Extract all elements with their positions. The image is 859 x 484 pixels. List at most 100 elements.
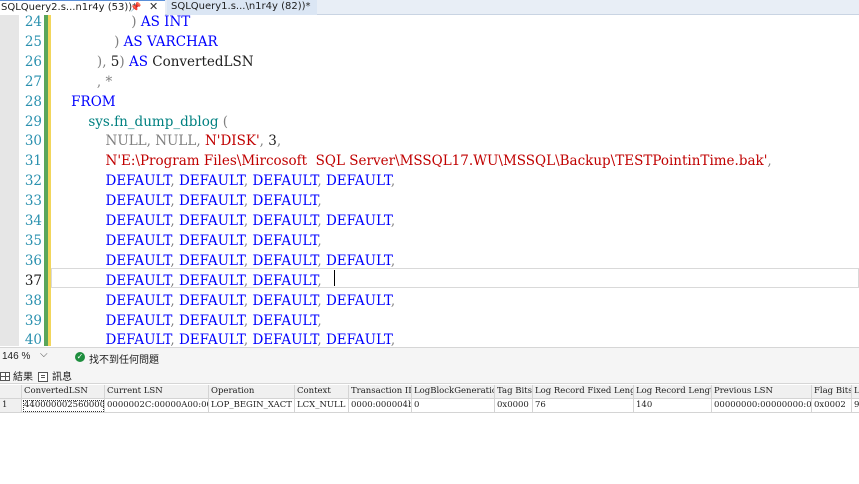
code-token: , (390, 252, 396, 269)
code-token: DEFAULT (105, 173, 171, 190)
code-token: DEFAULT (252, 252, 318, 269)
code-token: DEFAULT (178, 292, 244, 309)
table-cell[interactable]: 0000:000004bd (349, 399, 412, 413)
code-token: NULL (105, 133, 147, 150)
line-number: 30 (24, 133, 42, 150)
column-header[interactable]: L (852, 385, 859, 399)
pin-icon[interactable]: 📌 (130, 1, 141, 15)
code-token: DEFAULT (178, 252, 244, 269)
column-header[interactable]: Flag Bits (812, 385, 852, 399)
code-token: DEFAULT (178, 332, 244, 346)
table-cell[interactable]: 0000002C:00000A00:0001 (105, 399, 209, 413)
column-header[interactable] (0, 385, 22, 399)
code-line[interactable]: 36 DEFAULT, DEFAULT, DEFAULT, DEFAULT, (0, 251, 859, 271)
table-cell[interactable]: 140 (634, 399, 712, 413)
table-cell[interactable]: 76 (533, 399, 634, 413)
code-line[interactable]: 33 DEFAULT, DEFAULT, DEFAULT, (0, 191, 859, 211)
code-line[interactable]: 25 ) AS VARCHAR (0, 32, 859, 52)
chevron-down-icon[interactable]: ⌵ (40, 349, 48, 360)
code-text: DEFAULT, DEFAULT, DEFAULT, DEFAULT, (54, 251, 396, 271)
code-line[interactable]: 35 DEFAULT, DEFAULT, DEFAULT, (0, 231, 859, 251)
column-header[interactable]: LogBlockGeneration (412, 385, 495, 399)
column-header[interactable]: Tag Bits (495, 385, 533, 399)
line-number: 39 (24, 312, 42, 329)
code-line[interactable]: 32 DEFAULT, DEFAULT, DEFAULT, DEFAULT, (0, 171, 859, 191)
line-number: 38 (24, 292, 42, 309)
column-header[interactable]: Current LSN (105, 385, 209, 399)
table-cell[interactable]: 44000000256000001 (22, 399, 105, 413)
table-cell[interactable]: 0x0002 (812, 399, 852, 413)
code-line[interactable]: 34 DEFAULT, DEFAULT, DEFAULT, DEFAULT, (0, 211, 859, 231)
column-header[interactable]: Transaction ID (349, 385, 412, 399)
message-icon (38, 372, 48, 382)
code-line[interactable]: 29 sys.fn_dump_dblog ( (0, 112, 859, 132)
column-header[interactable]: Log Record Length (634, 385, 712, 399)
code-token: DEFAULT (178, 312, 244, 329)
code-token: DEFAULT (252, 213, 318, 229)
code-line[interactable]: 38 DEFAULT, DEFAULT, DEFAULT, DEFAULT, (0, 291, 859, 311)
code-token: N'DISK' (204, 133, 260, 150)
code-line[interactable]: 28 FROM (0, 92, 859, 112)
code-line[interactable]: 37 DEFAULT, DEFAULT, DEFAULT, (0, 271, 859, 291)
column-header[interactable]: Operation (209, 385, 295, 399)
code-token: , (390, 292, 396, 309)
code-token: DEFAULT (178, 193, 244, 210)
code-token: NULL (155, 133, 197, 150)
code-text: FROM (54, 92, 115, 112)
code-token: DEFAULT (325, 252, 391, 269)
line-number: 40 (24, 332, 42, 346)
tab-sqlquery1[interactable]: SQLQuery1.s...\n1r4y (82))* (167, 0, 317, 15)
line-number: 32 (24, 173, 42, 190)
code-line[interactable]: 31 N'E:\Program Files\Mircosoft SQL Serv… (0, 151, 859, 171)
table-cell[interactable]: LCX_NULL (295, 399, 349, 413)
results-grid[interactable]: ConvertedLSN Current LSN Operation Context T… (0, 385, 859, 484)
code-text: DEFAULT, DEFAULT, DEFAULT, (54, 191, 322, 211)
tab-sqlquery2-title: SQLQuery2.s...n1r4y (53))* (1, 2, 138, 13)
code-token: DEFAULT (325, 292, 391, 309)
code-line[interactable]: 30 NULL, NULL, N'DISK', 3, (0, 131, 859, 151)
column-header[interactable]: Log Record Fixed Length (533, 385, 634, 399)
zoom-level[interactable]: 146 % (2, 351, 30, 362)
code-token: DEFAULT (252, 292, 318, 309)
column-header[interactable]: Context (295, 385, 349, 399)
code-token: DEFAULT (178, 232, 244, 249)
line-number: 33 (24, 193, 42, 210)
table-row[interactable]: 1440000002560000010000002C:00000A00:0001… (0, 399, 859, 413)
table-cell[interactable]: 00000000:00000000:0000 (712, 399, 812, 413)
query-editor[interactable]: 24 ) AS INT 25 ) AS VARCHAR 26 ), 5) AS Co… (0, 15, 859, 346)
line-number: 34 (24, 213, 42, 229)
table-cell[interactable]: 9 (852, 399, 859, 413)
close-icon[interactable]: ✕ (149, 0, 158, 14)
code-token: DEFAULT (178, 173, 244, 190)
table-cell[interactable]: 0x0000 (495, 399, 533, 413)
code-line[interactable]: 39 DEFAULT, DEFAULT, DEFAULT, (0, 311, 859, 331)
code-token: ( (222, 113, 229, 130)
code-line[interactable]: 40 DEFAULT, DEFAULT, DEFAULT, DEFAULT, (0, 330, 859, 346)
code-text: N'E:\Program Files\Mircosoft SQL Server\… (54, 151, 772, 171)
line-number: 27 (24, 73, 42, 90)
column-header[interactable]: ConvertedLSN (22, 385, 105, 399)
code-line[interactable]: 26 ), 5) AS ConvertedLSN (0, 52, 859, 72)
code-line[interactable]: 27 , * (0, 72, 859, 92)
code-text: DEFAULT, DEFAULT, DEFAULT, DEFAULT, (54, 211, 396, 231)
code-line[interactable]: 24 ) AS INT (0, 15, 859, 32)
code-token: * (105, 73, 113, 90)
table-cell[interactable]: 0 (412, 399, 495, 413)
code-token: DEFAULT (105, 312, 171, 329)
tab-sqlquery1-title: SQLQuery1.s...\n1r4y (82))* (171, 1, 311, 12)
code-token: DEFAULT (252, 312, 318, 329)
tab-sqlquery2[interactable]: SQLQuery2.s...n1r4y (53))* 📌 ✕ (0, 0, 165, 15)
code-text: NULL, NULL, N'DISK', 3, (54, 131, 282, 151)
column-header[interactable]: Previous LSN (712, 385, 812, 399)
table-cell[interactable]: LOP_BEGIN_XACT (209, 399, 295, 413)
row-number[interactable]: 1 (0, 399, 22, 413)
code-token: 3 (263, 133, 277, 150)
